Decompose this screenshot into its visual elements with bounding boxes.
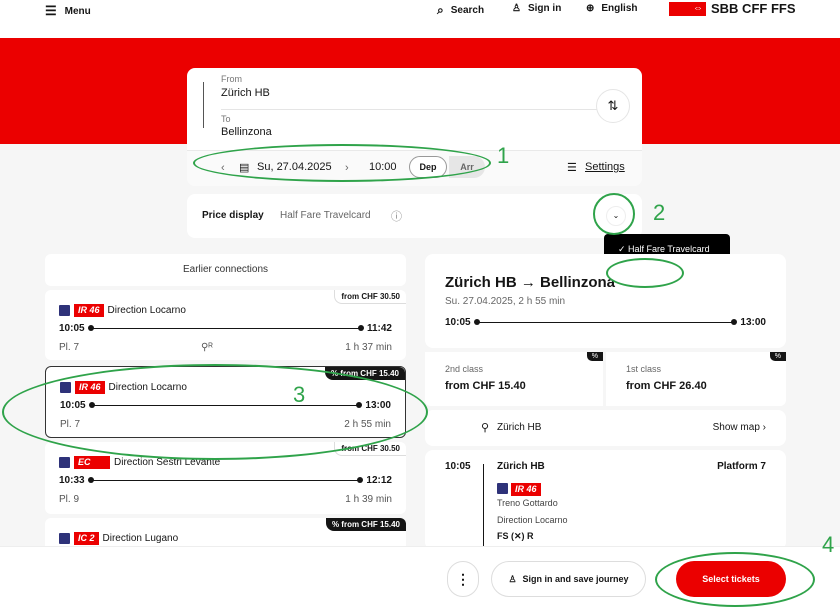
user-icon: ♙ <box>508 573 517 584</box>
train-badge: IC 2 <box>74 532 99 545</box>
sbb-flag-icon: ⇔ <box>669 1 706 16</box>
journey-line <box>87 325 365 331</box>
connection-detail: Zürich HB → Bellinzona Su. 27.04.2025, 2… <box>425 254 786 348</box>
price-tag: from CHF 30.50 <box>334 290 406 304</box>
price-display: Price display Half Fare Travelcard ⓘ ⌄ <box>187 194 642 238</box>
language-select[interactable]: ⊕ English <box>586 3 638 14</box>
train-icon <box>497 483 508 494</box>
sign-in-link[interactable]: ♙ Sign in <box>512 3 561 14</box>
annotation-ellipse-4 <box>655 552 815 607</box>
train-icon <box>59 533 70 544</box>
route-line-icon <box>203 82 204 128</box>
station-map-row[interactable]: ⚲ Zürich HB Show map › <box>425 410 786 446</box>
hamburger-icon: ☰ <box>45 3 57 18</box>
stop-detail: 10:05 Zürich HB Platform 7 IR 46 Treno G… <box>425 450 786 554</box>
from-input[interactable]: Zürich HB <box>221 87 270 99</box>
search-link[interactable]: ⌕ Search <box>437 3 484 18</box>
train-attributes: FS (✕) R <box>497 531 534 541</box>
sign-in-save-button[interactable]: ♙ Sign in and save journey <box>491 561 646 597</box>
annotation-ellipse-3 <box>2 364 428 460</box>
location-pin-icon: ⚲ <box>481 422 490 434</box>
price-tag: % from CHF 15.40 <box>325 518 406 531</box>
menu-button[interactable]: ☰ Menu <box>45 3 91 19</box>
route-line <box>483 464 484 554</box>
fare-2nd-class[interactable]: % 2nd class from CHF 15.40 <box>425 352 603 406</box>
earlier-connections-button[interactable]: Earlier connections <box>45 254 406 286</box>
settings-icon: ☰ <box>567 162 577 174</box>
user-icon: ♙ <box>512 3 521 14</box>
journey-line <box>87 477 364 483</box>
annotation-ellipse-fullfare <box>606 258 684 288</box>
more-options-button[interactable]: ⋮ <box>447 561 479 597</box>
info-icon[interactable]: ⓘ <box>391 208 402 224</box>
show-map-link[interactable]: Show map › <box>713 422 766 433</box>
train-icon <box>59 305 70 316</box>
train-badge: EC <box>74 456 110 469</box>
journey-line <box>473 319 738 325</box>
swap-button[interactable]: ⇅ <box>596 89 630 123</box>
detail-title: Zürich HB → Bellinzona <box>445 274 616 291</box>
connection-item[interactable]: from CHF 30.50 IR 46 Direction Locarno 10… <box>45 290 406 360</box>
bike-icon: ⚲ᴿ <box>201 342 213 353</box>
top-bar: ☰ Menu ⌕ Search ♙ Sign in ⊕ English ⇔ SBB CFF… <box>0 0 840 38</box>
sbb-logo[interactable]: ⇔ SBB CFF FFS <box>669 1 796 16</box>
train-icon <box>59 457 70 468</box>
train-badge: IR 46 <box>74 304 104 317</box>
settings-link[interactable]: Settings <box>585 161 625 173</box>
to-input[interactable]: Bellinzona <box>221 126 272 138</box>
train-badge: IR 46 <box>511 483 541 496</box>
globe-icon: ⊕ <box>586 3 595 14</box>
annotation-ellipse-1 <box>193 144 491 182</box>
fare-1st-class[interactable]: % 1st class from CHF 26.40 <box>606 352 786 406</box>
search-icon: ⌕ <box>437 3 444 17</box>
annotation-circle-2 <box>593 193 635 235</box>
